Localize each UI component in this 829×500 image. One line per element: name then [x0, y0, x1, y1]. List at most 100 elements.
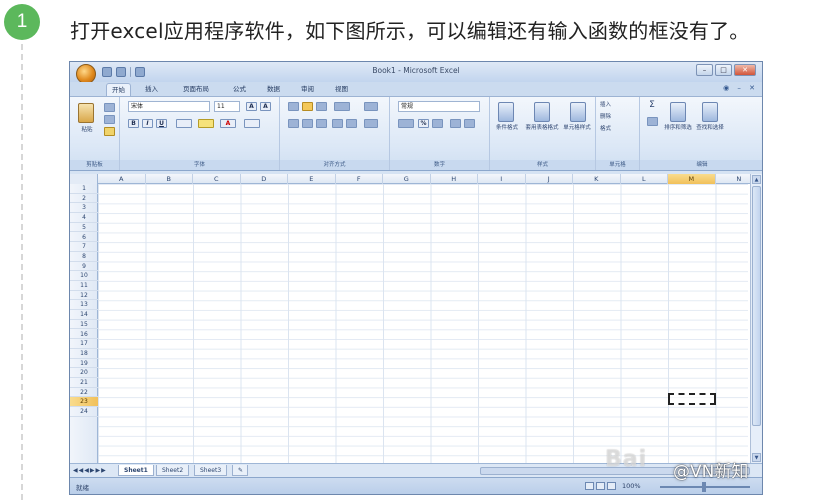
- sort-filter-icon[interactable]: [670, 102, 686, 122]
- row-header-7[interactable]: 7: [70, 242, 98, 252]
- find-select-icon[interactable]: [702, 102, 718, 122]
- row-header-17[interactable]: 17: [70, 339, 98, 349]
- increase-decimal-icon[interactable]: [450, 119, 461, 128]
- conditional-format-button[interactable]: 条件格式: [490, 125, 524, 132]
- sheet-tab-3[interactable]: Sheet3: [194, 465, 228, 476]
- row-header-3[interactable]: 3: [70, 203, 98, 214]
- zoom-slider-thumb[interactable]: [702, 482, 706, 492]
- row-header-21[interactable]: 21: [70, 378, 98, 388]
- font-size-select[interactable]: 11: [214, 101, 240, 112]
- align-center-icon[interactable]: [302, 119, 313, 128]
- select-all-corner[interactable]: [70, 174, 98, 184]
- row-header-11[interactable]: 11: [70, 281, 98, 291]
- row-header-23[interactable]: 23: [70, 397, 98, 408]
- tab-formulas[interactable]: 公式: [228, 83, 251, 96]
- page-break-view-icon[interactable]: [607, 482, 616, 490]
- worksheet-cells[interactable]: [98, 184, 748, 463]
- tab-data[interactable]: 数据: [262, 83, 285, 96]
- italic-button[interactable]: I: [142, 119, 153, 128]
- bold-button[interactable]: B: [128, 119, 139, 128]
- row-header-1[interactable]: 1: [70, 184, 98, 194]
- row-header-2[interactable]: 2: [70, 194, 98, 204]
- column-header-i[interactable]: I: [478, 174, 526, 184]
- tab-insert[interactable]: 插入: [140, 83, 163, 96]
- row-header-24[interactable]: 24: [70, 407, 98, 417]
- sheet-nav-icon[interactable]: ◀◀◀▶▶▶: [73, 467, 107, 474]
- column-header-a[interactable]: A: [98, 174, 146, 184]
- find-select-button[interactable]: 查找和选择: [694, 125, 726, 132]
- row-header-14[interactable]: 14: [70, 310, 98, 320]
- autosum-button[interactable]: Σ: [646, 101, 658, 110]
- number-format-select[interactable]: 常规: [398, 101, 480, 112]
- row-header-20[interactable]: 20: [70, 368, 98, 378]
- orientation-icon[interactable]: [334, 102, 350, 111]
- insert-cells-button[interactable]: 插入: [600, 102, 636, 109]
- row-header-12[interactable]: 12: [70, 291, 98, 301]
- row-header-8[interactable]: 8: [70, 252, 98, 262]
- font-name-select[interactable]: 宋体: [128, 101, 210, 112]
- percent-button[interactable]: %: [418, 119, 429, 128]
- paste-button[interactable]: 粘贴: [72, 127, 102, 134]
- column-header-j[interactable]: J: [526, 174, 573, 184]
- row-header-13[interactable]: 13: [70, 300, 98, 311]
- align-right-icon[interactable]: [316, 119, 327, 128]
- insert-sheet-icon[interactable]: ✎: [232, 465, 248, 476]
- cell-styles-icon[interactable]: [570, 102, 586, 122]
- align-middle-icon[interactable]: [302, 102, 313, 111]
- row-header-6[interactable]: 6: [70, 233, 98, 243]
- column-header-c[interactable]: C: [193, 174, 241, 184]
- format-as-table-icon[interactable]: [534, 102, 550, 122]
- normal-view-icon[interactable]: [585, 482, 594, 490]
- grow-font-icon[interactable]: A: [246, 102, 257, 111]
- tab-view[interactable]: 视图: [330, 83, 353, 96]
- minimize-icon[interactable]: –: [696, 64, 713, 76]
- phonetic-icon[interactable]: [244, 119, 260, 128]
- fill-icon[interactable]: [647, 117, 658, 126]
- scroll-down-icon[interactable]: ▼: [752, 453, 761, 462]
- row-header-5[interactable]: 5: [70, 223, 98, 233]
- help-icon[interactable]: ◉ – ✕: [723, 84, 758, 92]
- scroll-up-icon[interactable]: ▲: [752, 175, 761, 184]
- border-icon[interactable]: [176, 119, 192, 128]
- tab-review[interactable]: 审阅: [296, 83, 319, 96]
- row-header-16[interactable]: 16: [70, 330, 98, 340]
- column-header-g[interactable]: G: [383, 174, 431, 184]
- tab-page-layout[interactable]: 页面布局: [178, 83, 214, 96]
- row-header-9[interactable]: 9: [70, 262, 98, 272]
- conditional-format-icon[interactable]: [498, 102, 514, 122]
- page-layout-view-icon[interactable]: [596, 482, 605, 490]
- column-header-m[interactable]: M: [668, 174, 716, 184]
- column-header-h[interactable]: H: [431, 174, 478, 184]
- sort-filter-button[interactable]: 排序和筛选: [662, 125, 694, 132]
- vertical-scrollbar[interactable]: ▲ ▼: [750, 174, 762, 463]
- row-header-4[interactable]: 4: [70, 213, 98, 223]
- increase-indent-icon[interactable]: [346, 119, 357, 128]
- comma-icon[interactable]: [432, 119, 443, 128]
- paste-icon[interactable]: [78, 103, 94, 123]
- row-header-15[interactable]: 15: [70, 320, 98, 330]
- sheet-tab-1[interactable]: Sheet1: [118, 465, 154, 476]
- wrap-text-icon[interactable]: [364, 102, 378, 111]
- row-header-19[interactable]: 19: [70, 359, 98, 369]
- format-as-table-button[interactable]: 套用表格格式: [524, 125, 560, 132]
- underline-button[interactable]: U: [156, 119, 167, 128]
- merge-center-icon[interactable]: [364, 119, 378, 128]
- column-header-f[interactable]: F: [336, 174, 383, 184]
- fill-color-icon[interactable]: [198, 119, 214, 128]
- zoom-level[interactable]: 100%: [622, 482, 641, 490]
- delete-cells-button[interactable]: 删除: [600, 114, 636, 121]
- column-header-e[interactable]: E: [288, 174, 336, 184]
- row-header-22[interactable]: 22: [70, 388, 98, 398]
- cut-icon[interactable]: [104, 103, 115, 112]
- format-painter-icon[interactable]: [104, 127, 115, 136]
- align-bottom-icon[interactable]: [316, 102, 327, 111]
- cell-styles-button[interactable]: 单元格样式: [560, 125, 594, 132]
- format-cells-button[interactable]: 格式: [600, 126, 636, 133]
- align-left-icon[interactable]: [288, 119, 299, 128]
- row-header-18[interactable]: 18: [70, 349, 98, 359]
- worksheet-grid[interactable]: ABCDEFGHIJKLMN 1 2 3 4 5 6 7 8 9 10 11 12 13 14 15 16 17…: [70, 174, 762, 463]
- decrease-decimal-icon[interactable]: [464, 119, 475, 128]
- column-header-l[interactable]: L: [621, 174, 668, 184]
- column-header-b[interactable]: B: [146, 174, 193, 184]
- maximize-icon[interactable]: □: [715, 64, 732, 76]
